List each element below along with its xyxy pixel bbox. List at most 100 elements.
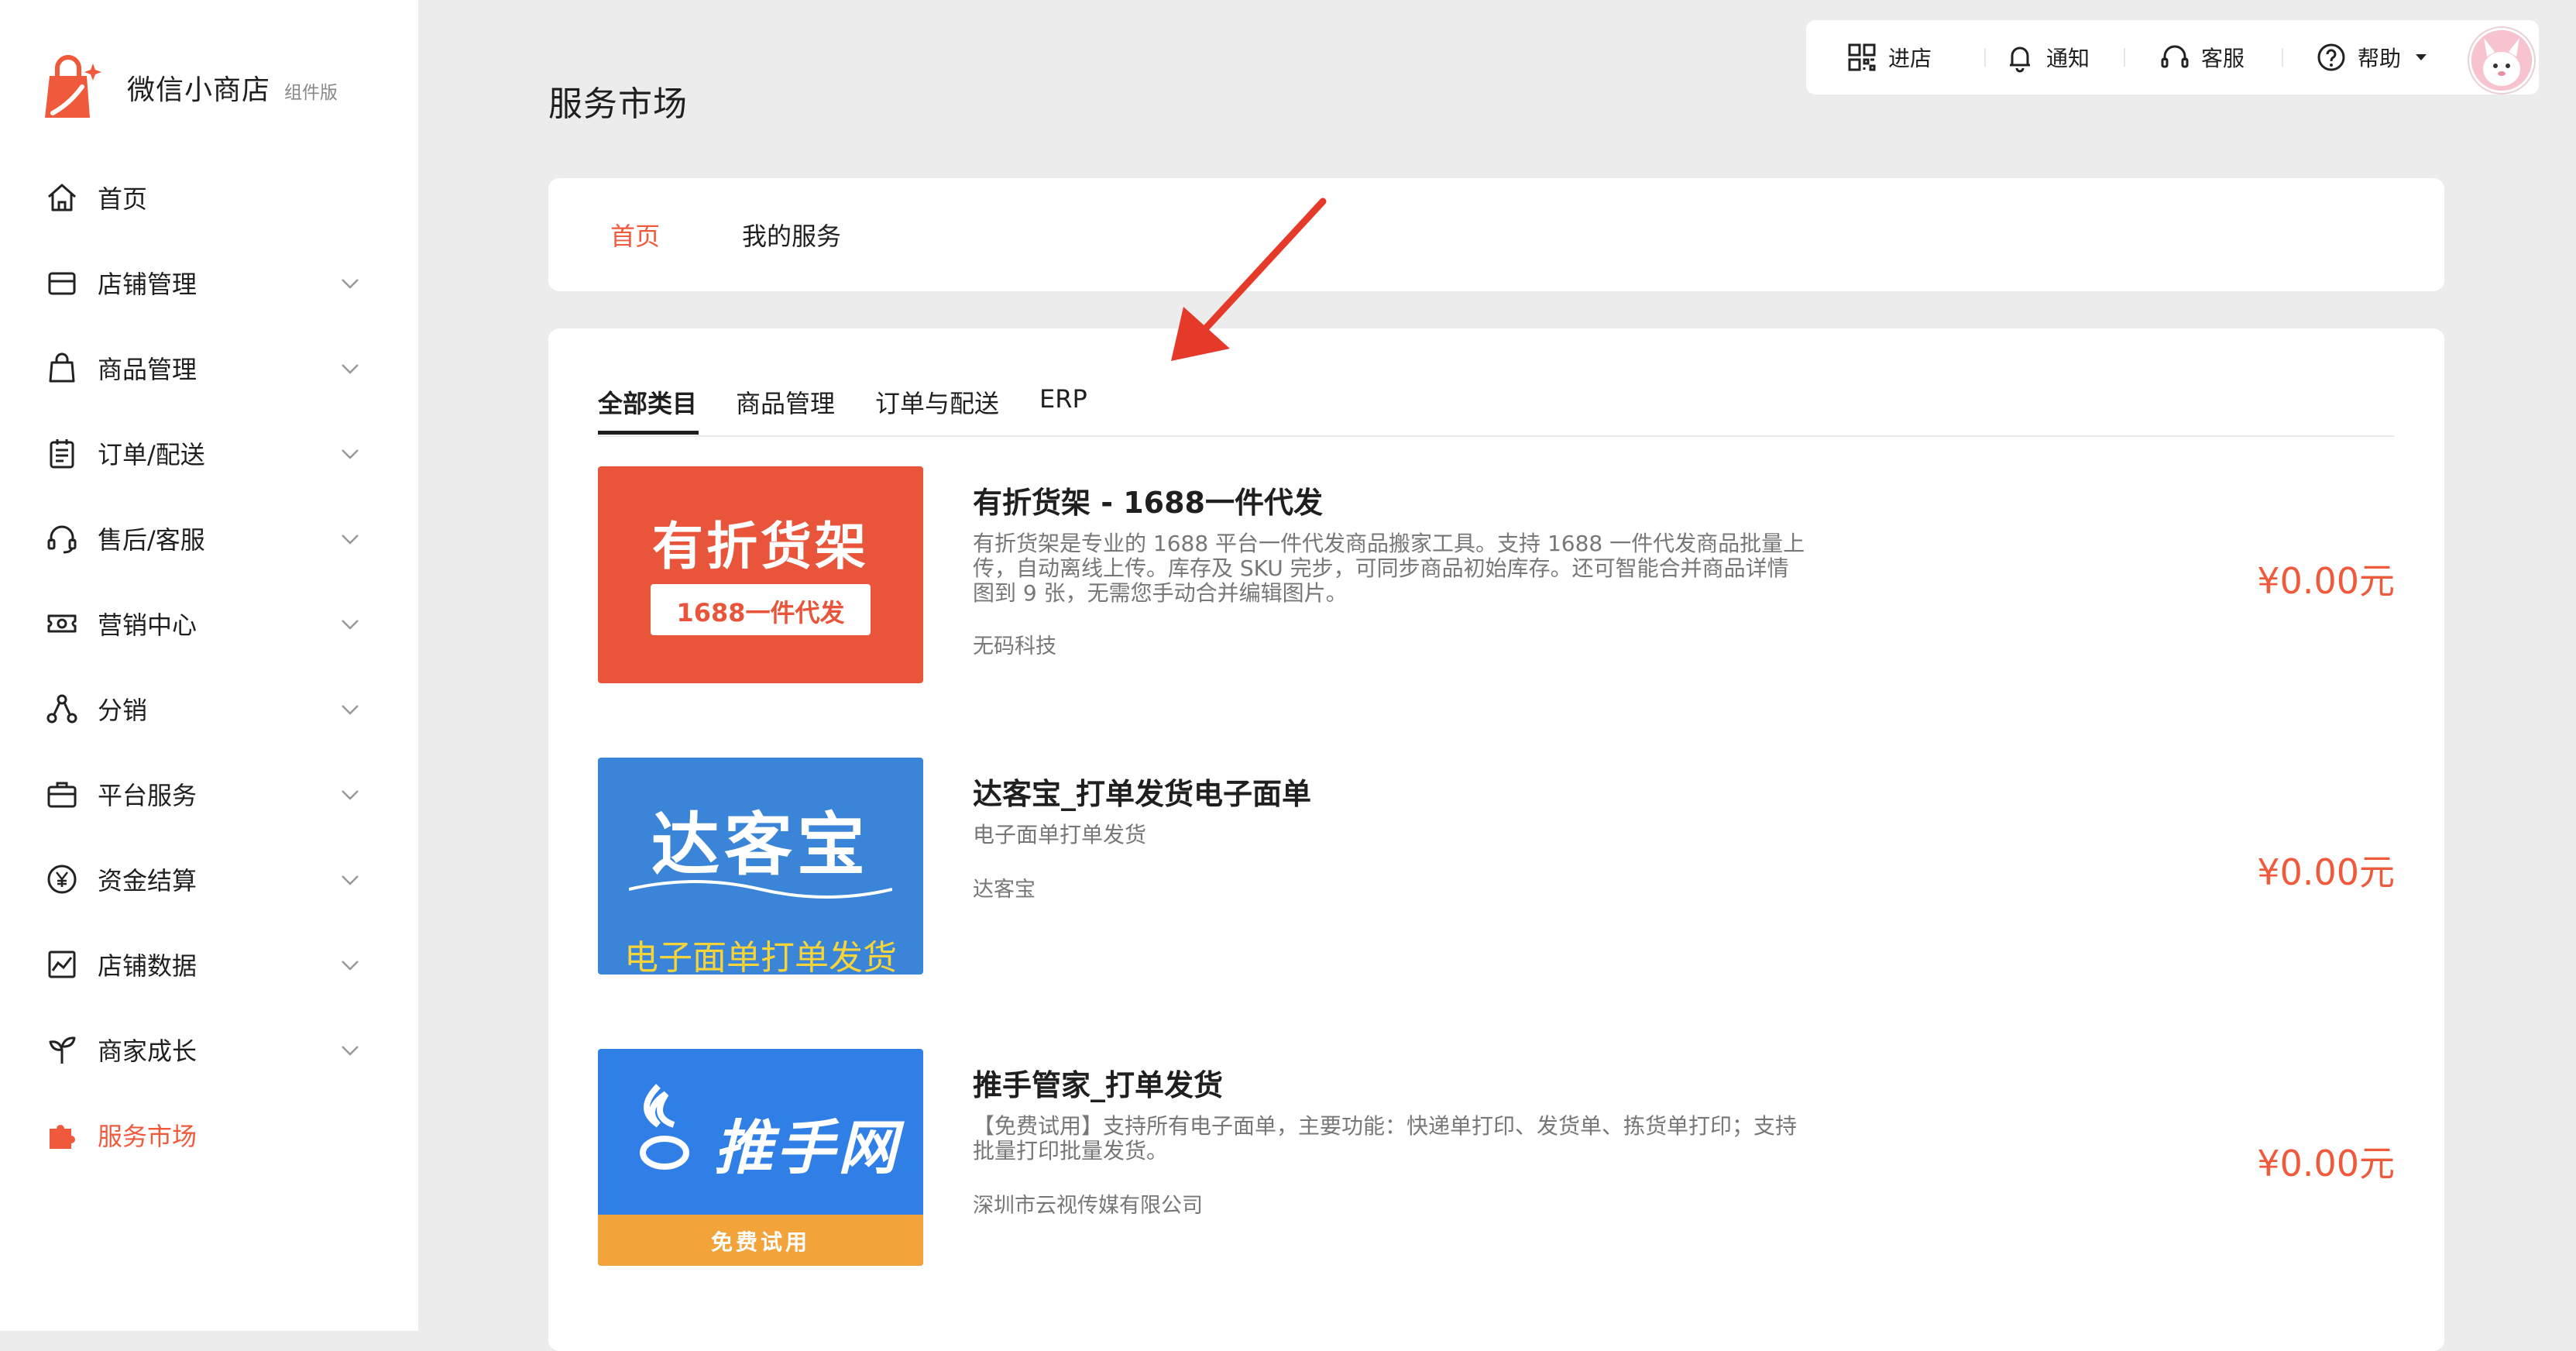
category-all[interactable]: 全部类目 [598,384,697,420]
chevron-down-icon [342,875,359,885]
annotation-arrow-icon [1171,198,1327,361]
service-vendor: 达客宝 [973,878,1036,902]
customer-service-label: 客服 [2201,46,2245,71]
service-price: ¥0.00元 [2257,560,2395,602]
version-badge: 组件版 [284,83,338,103]
enter-store-button[interactable]: 进店 [1846,40,1932,74]
puzzle-icon [50,1125,75,1149]
banner-tag: 1688一件代发 [676,598,845,627]
notification-label: 通知 [2046,46,2090,71]
yen-icon [47,865,77,894]
active-category-indicator [598,431,699,435]
sidebar-item-settlement[interactable]: 资金结算 [0,837,418,922]
sidebar-item-home[interactable]: 首页 [0,155,418,240]
chevron-down-icon [342,364,359,374]
sidebar-item-label: 店铺管理 [98,270,197,299]
service-description: 有折货架是专业的 1688 平台一件代发商品搬家工具。支持 1688 一件代发商… [973,531,1805,606]
divider [2282,48,2283,67]
sidebar-item-label: 商品管理 [98,355,197,384]
banner-tag: 免费试用 [710,1229,810,1255]
chevron-down-icon [342,961,359,971]
chevron-down-icon [342,790,359,800]
headset-icon [2161,45,2189,68]
share-icon [46,694,77,724]
sidebar-item-label: 分销 [98,696,148,725]
order-icon [50,439,74,469]
chevron-down-icon [342,705,359,715]
service-vendor: 深圳市云视传媒有限公司 [973,1194,1203,1218]
sidebar-item-label: 营销中心 [98,610,197,640]
divider [2124,48,2125,67]
help-circle-icon [2317,43,2345,71]
help-label: 帮助 [2358,46,2402,71]
service-item[interactable]: 推手网 免费试用 推手管家_打单发货 【免费试用】支持所有电子面单，主要功能：快… [598,1049,2395,1266]
divider [1984,48,1986,67]
shopping-bag-logo-icon [45,55,101,118]
banner-tag: 电子面单打单发货 [624,938,897,975]
service-item[interactable]: 达客宝 电子面单打单发货 达客宝_打单发货电子面单 电子面单打单发货 达客宝 ¥… [598,758,2395,975]
banner-title: 有折货架 [652,517,869,576]
service-banner: 达客宝 电子面单打单发货 [598,758,923,975]
chevron-down-icon [342,449,359,459]
help-dropdown[interactable]: 帮助 [2316,40,2430,74]
notification-button[interactable]: 通知 [2004,40,2090,74]
sidebar-item-store-management[interactable]: 店铺管理 [0,240,418,325]
caret-down-icon [2416,54,2427,60]
chart-icon [48,951,76,978]
service-description: 【免费试用】支持所有电子面单，主要功能：快递单打印、发货单、拣货单打印；支持批量… [973,1113,1798,1164]
service-name[interactable]: 达客宝_打单发货电子面单 [973,770,1311,813]
avatar[interactable] [2469,28,2534,93]
sidebar-item-service-market[interactable]: 服务市场 [0,1092,418,1177]
app-name: 微信小商店 [127,74,271,106]
service-banner: 有折货架 1688一件代发 [598,466,923,683]
sidebar-item-distribution[interactable]: 分销 [0,666,418,751]
banner-title: 推手网 [714,1113,900,1182]
sidebar-item-product-management[interactable]: 商品管理 [0,325,418,411]
qr-code-icon [1848,43,1876,71]
sidebar-item-store-data[interactable]: 店铺数据 [0,922,418,1007]
tab-home[interactable]: 首页 [610,217,660,253]
sidebar-item-label: 服务市场 [98,1122,197,1151]
flame-logo-icon [640,1084,689,1170]
headset-icon [47,525,77,554]
service-description: 电子面单打单发货 [973,822,1147,847]
avatar-image [2471,30,2532,91]
category-product-management[interactable]: 商品管理 [736,384,835,420]
wave-graphic [629,880,892,899]
top-utility-bar: 进店 通知 客服 帮助 [1806,20,2539,95]
chevron-down-icon [342,279,359,289]
sidebar-item-after-sales[interactable]: 售后/客服 [0,496,418,581]
service-name[interactable]: 有折货架 - 1688一件代发 [973,479,1323,521]
sidebar-nav: 首页 店铺管理 商品管理 订单/配送 售后/客服 营销中心 分销 平台服务 资金… [0,155,418,1177]
home-icon [48,184,76,211]
store-icon [48,272,76,295]
chevron-down-icon [342,535,359,545]
sidebar: 微信小商店 组件版 首页 店铺管理 商品管理 订单/配送 售后/客服 营销中心 … [0,0,418,1331]
category-tabs: 全部类目 商品管理 订单与配送 ERP [598,356,2395,437]
sidebar-item-label: 首页 [98,184,148,214]
sidebar-item-label: 店铺数据 [98,951,197,981]
category-orders-delivery[interactable]: 订单与配送 [875,384,999,420]
sidebar-item-merchant-growth[interactable]: 商家成长 [0,1007,418,1092]
service-item[interactable]: 有折货架 1688一件代发 有折货架 - 1688一件代发 有折货架是专业的 1… [598,466,2395,683]
chevron-down-icon [342,1046,359,1056]
service-list-card: 全部类目 商品管理 订单与配送 ERP 有折货架 1688一件代发 有折货架 -… [548,328,2444,1351]
chevron-down-icon [342,620,359,630]
coupon-icon [47,614,77,633]
sidebar-item-label: 资金结算 [98,866,197,896]
tab-my-services[interactable]: 我的服务 [742,217,841,253]
app-logo[interactable]: 微信小商店 组件版 [39,53,338,122]
service-name[interactable]: 推手管家_打单发货 [973,1061,1223,1104]
service-vendor: 无码科技 [973,634,1056,658]
bag-icon [49,352,75,383]
sidebar-item-platform-services[interactable]: 平台服务 [0,751,418,837]
sidebar-item-marketing[interactable]: 营销中心 [0,581,418,666]
sidebar-item-label: 订单/配送 [98,440,205,469]
enter-store-label: 进店 [1888,46,1932,71]
briefcase-icon [47,782,77,808]
customer-service-button[interactable]: 客服 [2159,40,2245,74]
category-erp[interactable]: ERP [1039,384,1087,414]
bell-icon [2010,46,2030,73]
sprout-icon [49,1036,76,1064]
sidebar-item-orders[interactable]: 订单/配送 [0,411,418,496]
